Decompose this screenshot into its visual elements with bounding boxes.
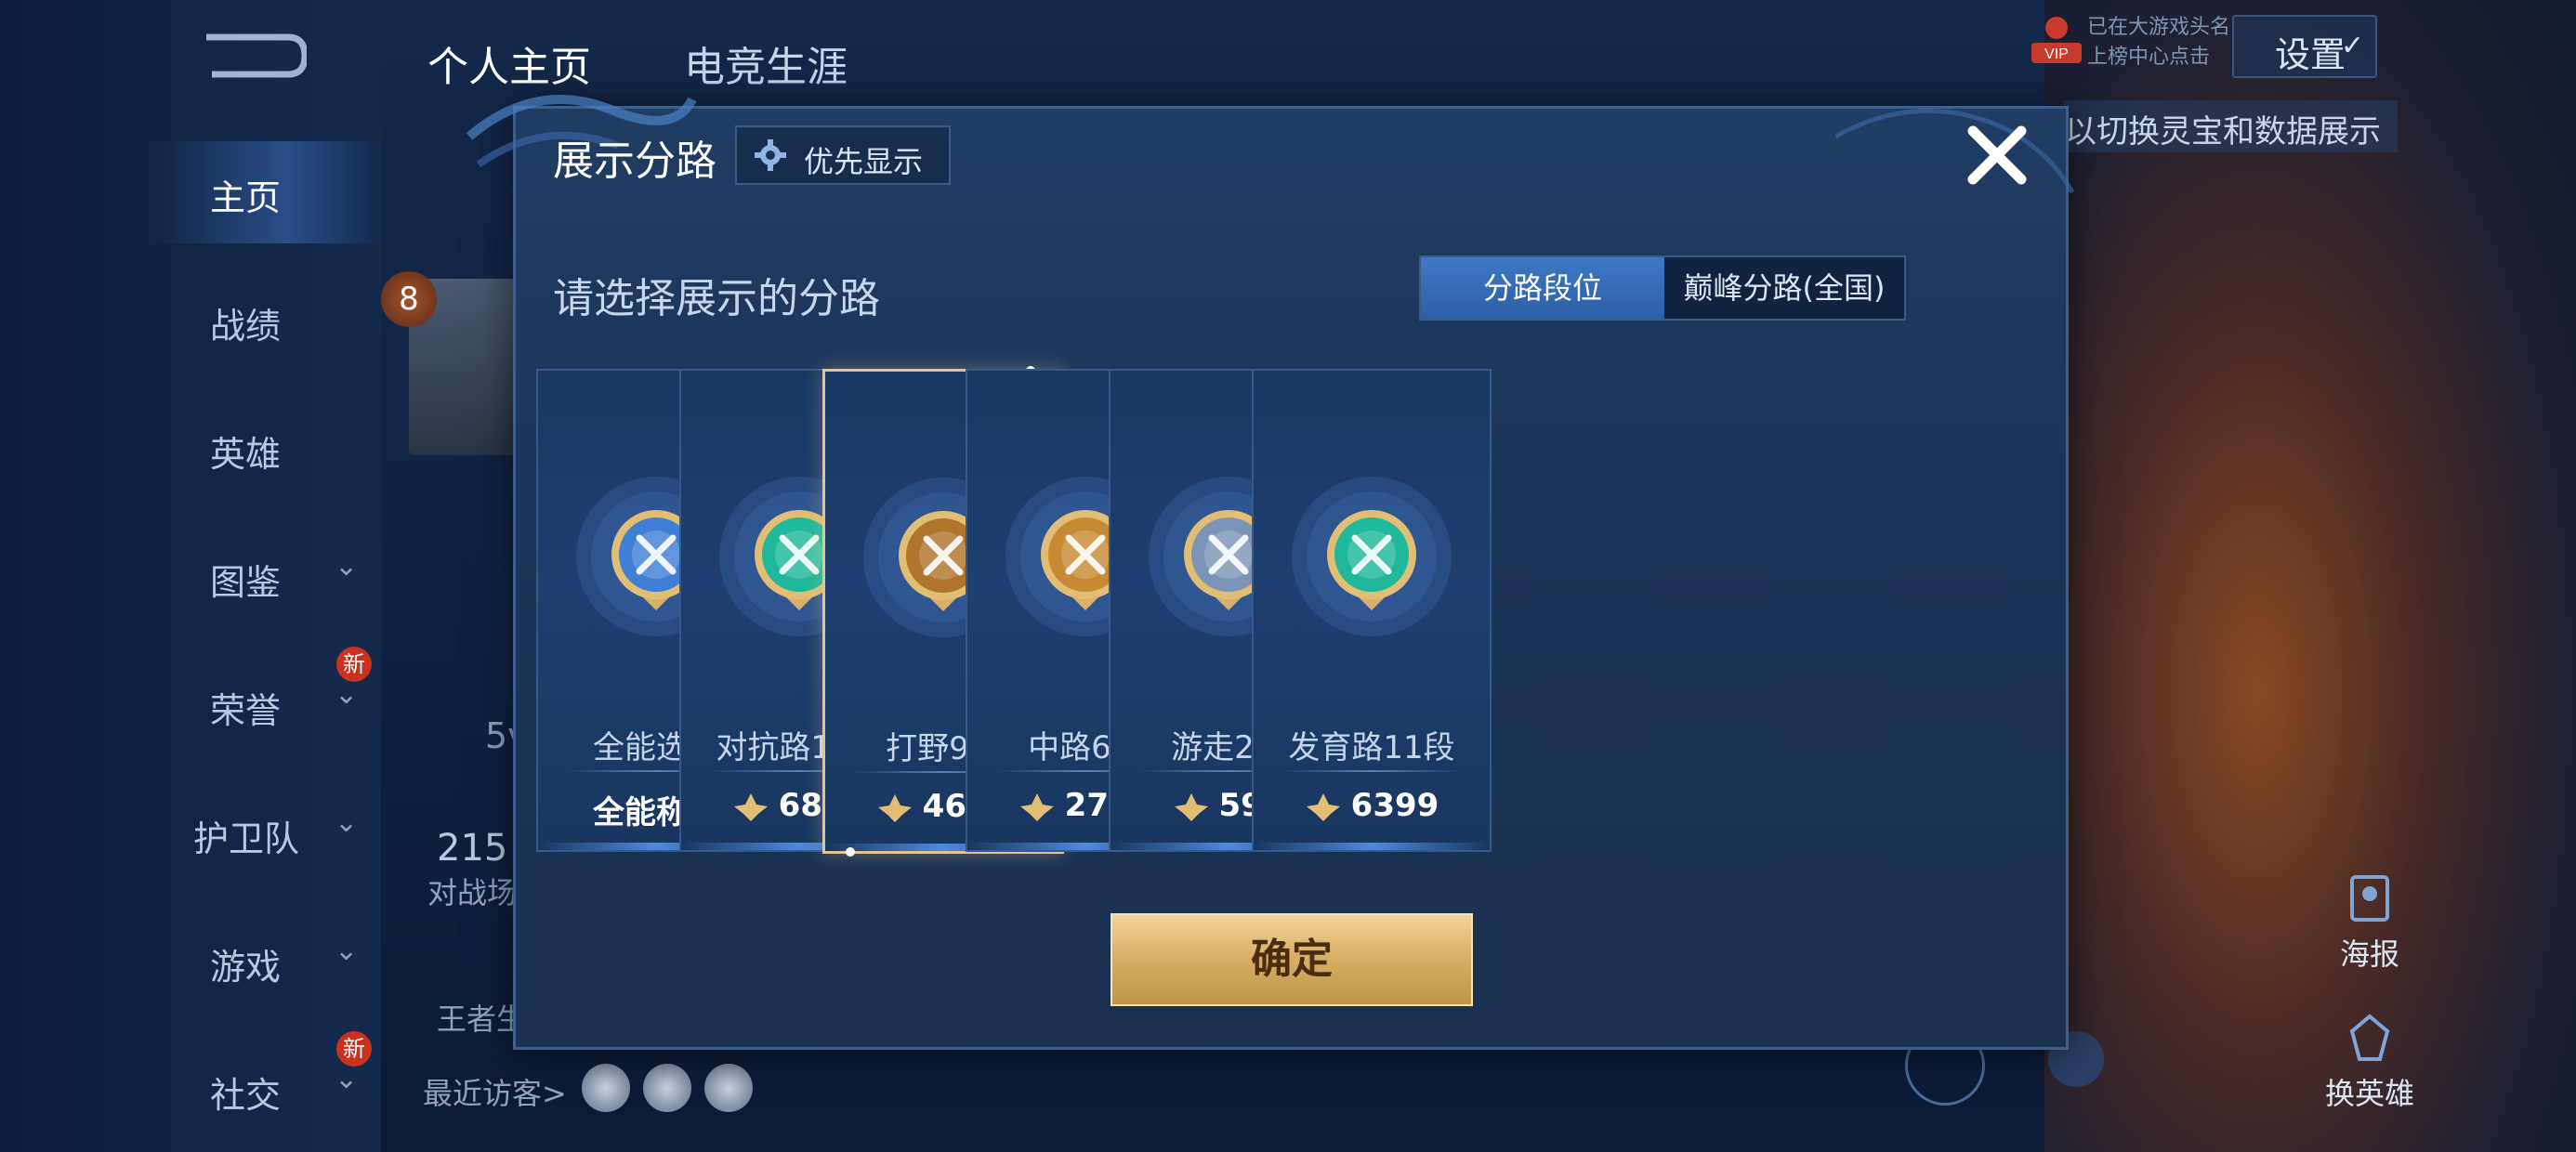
hero-background-art <box>2044 0 2576 1152</box>
sidebar-item-label: 护卫队 <box>193 818 300 859</box>
priority-display-label: 优先显示 <box>804 144 924 179</box>
decorative-swirl-icon <box>1835 108 2075 194</box>
back-arrow-icon[interactable] <box>195 30 307 85</box>
poster-label: 海报 <box>2339 936 2399 972</box>
view-mode-toggle[interactable]: 分路段位 巅峰分路(全国) <box>1419 255 1906 321</box>
lane-score-value: 6399 <box>1350 787 1439 824</box>
settings-button[interactable]: 设置 ✓ <box>2232 15 2377 78</box>
partial-text: 对战场 <box>427 875 518 910</box>
sidebar-item-label: 战绩 <box>210 306 282 347</box>
vip-status-text: 已在大游戏头名 上榜中心点击 <box>2087 13 2230 72</box>
partial-text: 215 <box>437 827 508 870</box>
chevron-down-icon: ⌄ <box>335 806 359 839</box>
gear-icon <box>755 139 786 171</box>
farm-lane-emblem-icon <box>1292 477 1452 636</box>
poster-icon <box>2350 875 2389 922</box>
sidebar-item-label: 英雄 <box>210 434 282 475</box>
new-badge: 新 <box>336 1031 372 1067</box>
dialog-subtitle: 请选择展示的分路 <box>553 275 880 322</box>
confirm-button[interactable]: 确定 <box>1111 913 1473 1006</box>
sidebar-item-label: 荣誉 <box>210 690 282 731</box>
card-farm-lane[interactable]: 发育路11段 6399 <box>1252 369 1492 852</box>
chevron-down-icon: ⌄ <box>335 678 359 711</box>
close-icon[interactable] <box>1960 118 2034 192</box>
tab-esports-career[interactable]: 电竞生涯 <box>684 33 848 93</box>
sidebar-item-label: 主页 <box>210 177 282 218</box>
chevron-down-icon: ⌄ <box>335 935 359 967</box>
lane-select-dialog: 展示分路 优先显示 请选择展示的分路 分路段位 巅峰分路(全国) 全能选手 全能称… <box>466 95 2075 1050</box>
switch-hero-button[interactable]: 换英雄 <box>2323 1013 2416 1113</box>
vip-line: 上榜中心点击 <box>2087 46 2211 69</box>
sidebar-item-label: 游戏 <box>210 947 282 988</box>
sidebar-item-label: 图鉴 <box>210 562 282 603</box>
peak-points-icon <box>1019 792 1054 821</box>
divider <box>1281 770 1462 772</box>
recent-visitors-link[interactable]: 最近访客> <box>423 1070 567 1113</box>
vip-line: 已在大游戏头名 <box>2087 16 2231 39</box>
sidebar-item-label: 社交 <box>210 1075 282 1116</box>
poster-button[interactable]: 海报 <box>2323 873 2416 974</box>
chevron-down-icon: ⌄ <box>335 1063 359 1095</box>
visitor-avatar[interactable] <box>643 1064 691 1112</box>
settings-label: 设置 <box>2275 34 2346 75</box>
toggle-lane-rank[interactable]: 分路段位 <box>1421 257 1664 319</box>
chevron-down-icon: ⌄ <box>335 550 359 583</box>
priority-display-button[interactable]: 优先显示 <box>735 125 951 185</box>
switch-hero-label: 换英雄 <box>2324 1076 2414 1111</box>
check-icon: ✓ <box>2340 30 2364 62</box>
corner-spark <box>846 847 855 857</box>
lane-name: 发育路11段 <box>1288 729 1455 766</box>
peak-points-icon <box>877 793 912 822</box>
switch-hero-icon <box>2349 1014 2390 1061</box>
visitor-avatar[interactable] <box>582 1064 630 1112</box>
hint-banner: 以切换灵宝和数据展示 <box>2063 100 2398 152</box>
lane-score: 6399 <box>1254 787 1490 824</box>
peak-points-icon <box>1174 792 1208 821</box>
new-badge: 新 <box>336 647 372 682</box>
peak-points-icon <box>1306 792 1340 821</box>
dialog-title: 展示分路 <box>553 137 716 185</box>
svg-text:VIP: VIP <box>2044 46 2069 62</box>
level-badge: 8 <box>381 271 437 327</box>
peak-points-icon <box>733 792 768 821</box>
vip-icon[interactable]: VIP <box>2026 11 2087 69</box>
card-glow <box>1254 843 1490 850</box>
visitor-avatar[interactable] <box>704 1064 753 1112</box>
toggle-peak-lane-national[interactable]: 巅峰分路(全国) <box>1664 257 1904 319</box>
